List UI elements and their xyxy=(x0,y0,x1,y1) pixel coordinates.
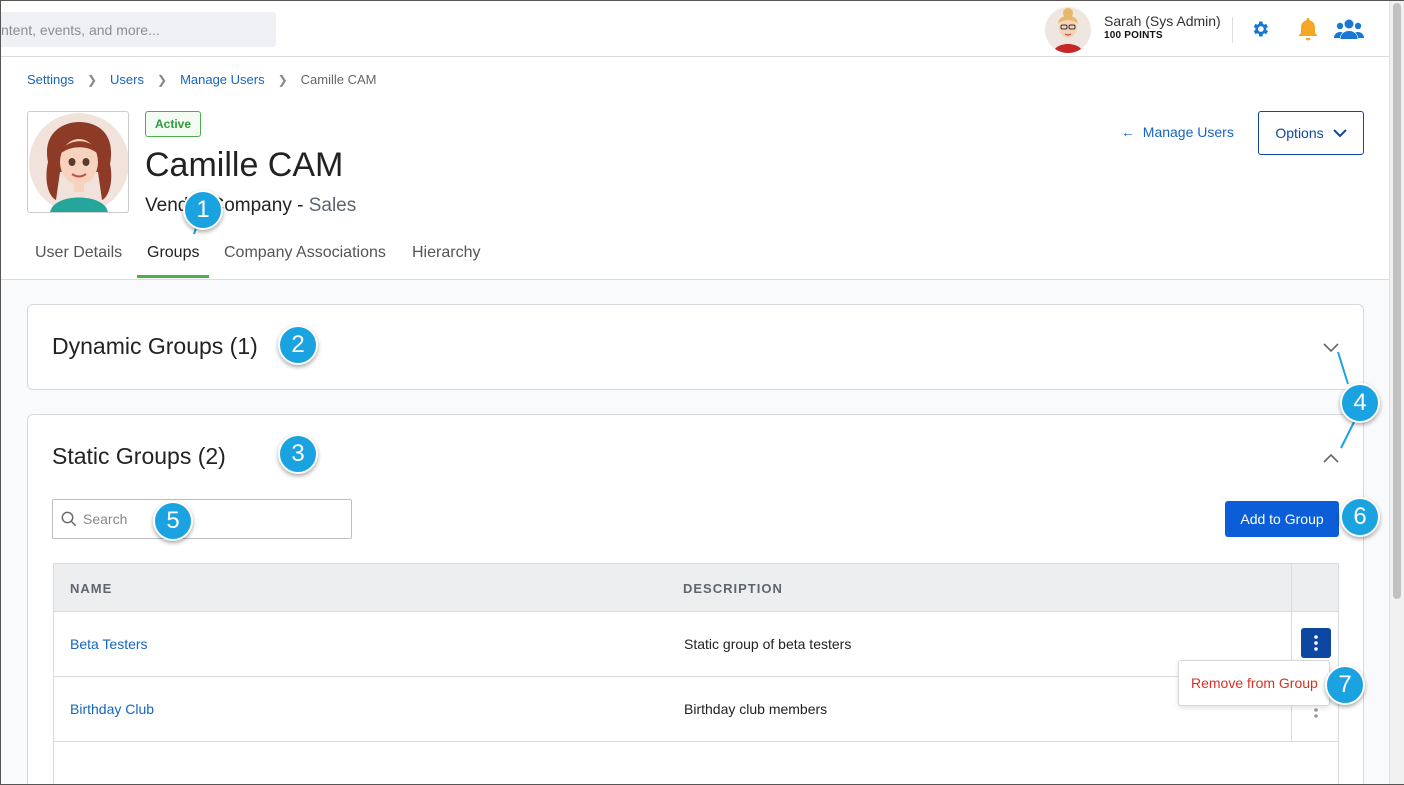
page-title: Camille CAM xyxy=(145,146,344,184)
breadcrumb-users[interactable]: Users xyxy=(110,72,144,87)
static-groups-title: Static Groups (2) xyxy=(52,443,226,469)
user-points: 100 POINTS xyxy=(1104,30,1163,41)
callout-badge-4: 4 xyxy=(1340,383,1380,423)
chevron-right-icon: ❯ xyxy=(277,72,288,87)
remove-from-group-menu-item[interactable]: Remove from Group xyxy=(1191,675,1318,691)
arrow-left-icon: ← xyxy=(1121,124,1135,140)
options-button[interactable]: Options xyxy=(1258,111,1364,155)
chevron-right-icon: ❯ xyxy=(86,72,98,87)
chevron-down-icon[interactable] xyxy=(1323,343,1339,353)
callout-badge-5: 5 xyxy=(153,501,193,541)
tab-company-associations[interactable]: Company Associations xyxy=(224,244,386,262)
callout-badge-2: 2 xyxy=(278,325,318,365)
breadcrumb-settings[interactable]: Settings xyxy=(27,72,74,87)
add-to-group-button[interactable]: Add to Group xyxy=(1225,501,1339,537)
breadcrumb: Settings ❯ Users ❯ Manage Users ❯ Camill… xyxy=(27,72,377,87)
user-avatar[interactable] xyxy=(1045,7,1091,53)
tab-bar: User Details Groups Company Associations… xyxy=(1,236,1389,280)
scrollbar-thumb[interactable] xyxy=(1393,3,1401,599)
back-to-manage-users-link[interactable]: ← Manage Users xyxy=(1121,124,1234,140)
user-name[interactable]: Sarah (Sys Admin) xyxy=(1104,13,1221,29)
breadcrumb-manage-users[interactable]: Manage Users xyxy=(180,72,265,87)
top-bar: ntent, events, and more... Sarah (Sys Ad… xyxy=(1,1,1389,57)
chevron-down-icon xyxy=(1332,128,1347,137)
back-link-label: Manage Users xyxy=(1142,124,1234,140)
group-description: Static group of beta testers xyxy=(684,636,852,652)
group-search-field[interactable] xyxy=(52,499,352,539)
kebab-menu-icon xyxy=(1314,635,1318,651)
breadcrumb-current: Camille CAM xyxy=(300,72,377,87)
active-tab-indicator xyxy=(137,275,209,278)
topbar-divider xyxy=(1232,17,1233,43)
options-label: Options xyxy=(1275,125,1324,141)
tab-groups[interactable]: Groups xyxy=(147,244,199,262)
chevron-right-icon: ❯ xyxy=(157,72,168,87)
column-header-description[interactable]: DESCRIPTION xyxy=(683,581,783,596)
callout-badge-6: 6 xyxy=(1340,497,1380,537)
company-department: Vendor Company - Sales xyxy=(145,195,356,217)
company-name: Vendor Company - xyxy=(145,195,309,216)
tab-hierarchy[interactable]: Hierarchy xyxy=(412,244,480,262)
global-search-input[interactable]: ntent, events, and more... xyxy=(1,12,276,47)
group-search-input[interactable] xyxy=(83,500,343,538)
table-header: NAME DESCRIPTION xyxy=(54,564,1338,612)
callout-badge-1: 1 xyxy=(183,190,223,230)
callout-badge-3: 3 xyxy=(278,434,318,474)
tab-user-details[interactable]: User Details xyxy=(35,244,122,262)
chevron-up-icon[interactable] xyxy=(1323,453,1339,463)
group-name-link[interactable]: Birthday Club xyxy=(70,701,154,717)
search-icon xyxy=(61,511,77,527)
profile-picture xyxy=(27,111,129,213)
group-description: Birthday club members xyxy=(684,701,828,717)
department-name: Sales xyxy=(308,195,357,216)
global-search-placeholder: ntent, events, and more... xyxy=(1,22,160,38)
row-actions-menu: Remove from Group xyxy=(1178,660,1330,706)
callout-badge-7: 7 xyxy=(1325,665,1365,705)
gear-icon[interactable] xyxy=(1247,16,1273,42)
dynamic-groups-panel[interactable]: Dynamic Groups (1) xyxy=(27,304,1364,390)
bell-icon[interactable] xyxy=(1295,16,1321,42)
dynamic-groups-title: Dynamic Groups (1) xyxy=(52,333,258,359)
column-header-name[interactable]: NAME xyxy=(70,581,112,596)
table-row: Beta Testers Static group of beta tester… xyxy=(54,612,1338,677)
status-badge: Active xyxy=(145,111,202,137)
static-groups-table: NAME DESCRIPTION Beta Testers Static gro… xyxy=(53,563,1339,785)
group-name-link[interactable]: Beta Testers xyxy=(70,636,148,652)
table-row: Birthday Club Birthday club members xyxy=(54,677,1338,742)
users-icon[interactable] xyxy=(1334,16,1364,42)
page-scrollbar[interactable] xyxy=(1389,1,1404,785)
row-actions-button[interactable] xyxy=(1301,628,1331,658)
